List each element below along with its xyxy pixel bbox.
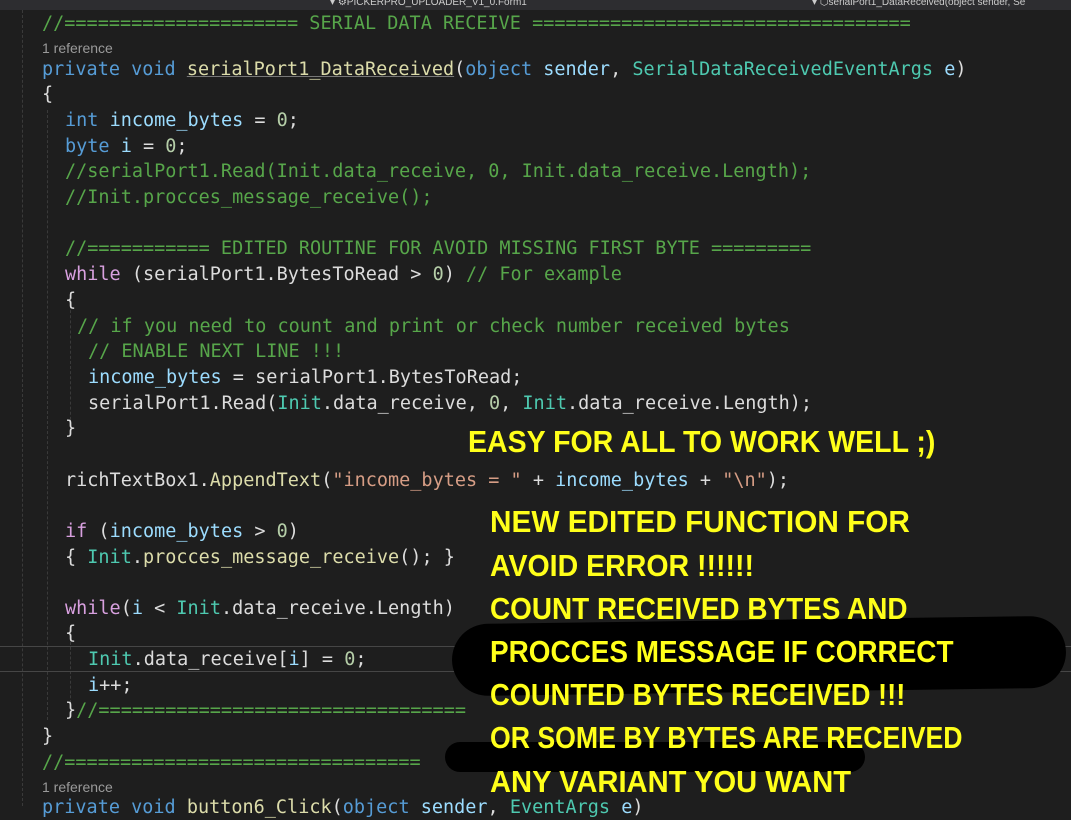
annotation-line: ANY VARIANT YOU WANT xyxy=(490,764,852,799)
dropdown-arrow-icon: ▾ xyxy=(330,0,338,8)
annotation-line: AVOID ERROR !!!!!! xyxy=(490,548,755,583)
annotation-line: COUNTED BYTES RECEIVED !!! xyxy=(490,677,906,712)
code-line: richTextBox1.AppendText("income_bytes = … xyxy=(65,470,790,491)
code-line: while (serialPort1.BytesToRead > 0) // F… xyxy=(65,264,622,285)
code-line: while(i < Init.data_receive.Length) xyxy=(65,598,455,619)
code-line: private void serialPort1_DataReceived(ob… xyxy=(42,59,967,80)
code-line: { Init.procces_message_receive(); } xyxy=(65,547,455,568)
method-icon: ⬡ xyxy=(819,0,829,8)
code-line: byte i = 0; xyxy=(65,136,188,157)
member-dropdown[interactable]: ▾ ⬡serialPort1_DataReceived(object sende… xyxy=(812,0,1025,8)
project-dropdown[interactable]: ▾ ⚙PICKERPRO_UPLOADER_V1_0.Form1 xyxy=(330,0,527,8)
code-line: //===================== SERIAL DATA RECE… xyxy=(42,13,911,34)
annotation-line: PROCCES MESSAGE IF CORRECT xyxy=(490,634,954,669)
code-line: //Init.procces_message_receive(); xyxy=(65,187,433,208)
reference-codelens[interactable]: 1 reference xyxy=(42,38,113,58)
code-line: { xyxy=(42,84,54,105)
code-line: income_bytes = serialPort1.BytesToRead; xyxy=(88,367,523,388)
code-line: int income_bytes = 0; xyxy=(65,110,299,131)
code-line: i++; xyxy=(88,675,133,696)
code-line: }//================================= xyxy=(65,700,466,721)
annotation-easy: EASY FOR ALL TO WORK WELL ;) xyxy=(468,424,936,459)
navigation-bar: ▾ ⚙PICKERPRO_UPLOADER_V1_0.Form1 ▾ ⬡seri… xyxy=(0,0,1071,10)
code-line: // ENABLE NEXT LINE !!! xyxy=(88,341,345,362)
dropdown-arrow-icon: ▾ xyxy=(812,0,820,8)
code-line: { xyxy=(65,623,77,644)
code-line: serialPort1.Read(Init.data_receive, 0, I… xyxy=(88,393,813,414)
code-line: } xyxy=(42,726,54,747)
code-line: Init.data_receive[i] = 0; xyxy=(88,649,367,670)
reference-codelens[interactable]: 1 reference xyxy=(42,777,113,797)
annotation-line: COUNT RECEIVED BYTES AND xyxy=(490,591,908,626)
code-line: // if you need to count and print or che… xyxy=(77,316,790,337)
code-line: { xyxy=(65,290,77,311)
code-line: //================================ xyxy=(42,752,421,773)
annotation-line: OR SOME BY BYTES ARE RECEIVED xyxy=(490,720,963,755)
annotation-line: NEW EDITED FUNCTION FOR xyxy=(490,504,910,539)
code-line: } xyxy=(65,418,77,439)
code-line: //=========== EDITED ROUTINE FOR AVOID M… xyxy=(65,238,812,259)
code-line: //serialPort1.Read(Init.data_receive, 0,… xyxy=(65,161,812,182)
code-line: if (income_bytes > 0) xyxy=(65,521,299,542)
class-icon: ⚙ xyxy=(337,0,347,8)
